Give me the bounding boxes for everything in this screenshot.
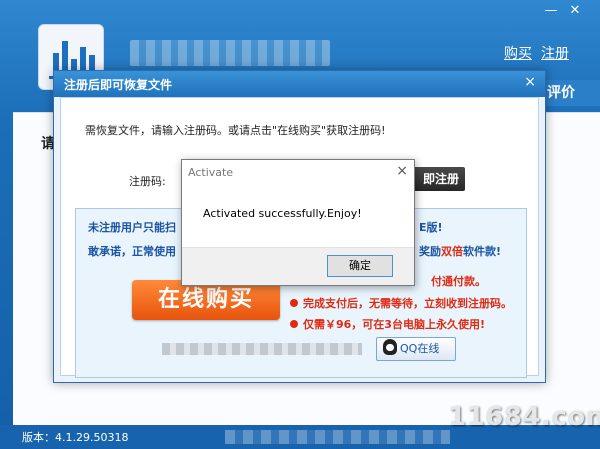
bullet-dot-icon — [290, 320, 298, 328]
qq-online-label: QQ在线 — [400, 342, 440, 355]
buy-online-button[interactable]: 在线购买 — [132, 280, 280, 320]
registration-dialog-close-button[interactable]: × — [524, 74, 536, 90]
promo-line2-left: 敢承诺，正常使用 — [88, 245, 176, 258]
activate-popup: Activate × Activated successfully.Enjoy!… — [181, 159, 415, 286]
qq-online-button[interactable]: QQ在线 — [376, 337, 456, 361]
promo-line2-prefix: 奖励 — [419, 245, 441, 258]
rate-button[interactable]: 评价 — [543, 80, 600, 106]
registration-dialog-title: 注册后即可恢复文件 — [64, 78, 173, 92]
activate-popup-footer: 确定 — [182, 247, 414, 285]
status-blurred — [225, 430, 450, 444]
promo-bullet-2: 完成支付后，无需等待，立刻收到注册码。 — [290, 295, 512, 311]
activate-popup-title: Activate — [188, 166, 234, 179]
promo-line2-suffix: 软件款! — [463, 245, 502, 258]
minimize-button[interactable]: — — [540, 2, 562, 20]
bullet-dot-icon — [290, 299, 298, 307]
activate-popup-close-button[interactable]: × — [396, 163, 408, 179]
instruction-text: 需恢复文件，请输入注册码。或请点击"在线购买"获取注册码! — [85, 124, 386, 137]
close-window-button[interactable]: ✕ — [564, 2, 586, 20]
register-button[interactable]: 即注册 — [409, 167, 465, 191]
qq-penguin-icon — [383, 339, 397, 355]
promo-bullet-2-text: 完成支付后，无需等待，立刻收到注册码。 — [303, 297, 512, 310]
promo-bullet-1-text: 付通付款。 — [431, 275, 486, 288]
version-label: 版本：4.1.29.50318 — [22, 431, 129, 444]
rate-label: 评价 — [547, 85, 575, 101]
activate-popup-titlebar: Activate × — [182, 160, 414, 184]
promo-bullet-1: 付通付款。 — [431, 273, 486, 289]
contact-info-blurred — [162, 343, 362, 355]
promo-line2-right: 奖励双倍软件款! — [419, 243, 501, 259]
app-title-blurred — [130, 40, 330, 66]
promo-line1-left: 未注册用户只能扫 — [88, 221, 176, 234]
registration-dialog-titlebar: 注册后即可恢复文件 × — [54, 71, 545, 97]
buy-link[interactable]: 购买 — [504, 43, 532, 63]
regcode-label: 注册码: — [129, 175, 166, 188]
site-watermark: 11684.com — [448, 402, 600, 432]
promo-bullet-3: 仅需￥96，可在3台电脑上永久使用! — [290, 316, 485, 332]
promo-line2-highlight: 双倍 — [441, 245, 463, 258]
activate-message: Activated successfully.Enjoy! — [203, 207, 362, 220]
ok-button[interactable]: 确定 — [327, 255, 393, 277]
register-link[interactable]: 注册 — [541, 43, 569, 63]
promo-bullet-3-text: 仅需￥96，可在3台电脑上永久使用! — [303, 318, 485, 331]
promo-line1-right: E版! — [419, 221, 443, 234]
